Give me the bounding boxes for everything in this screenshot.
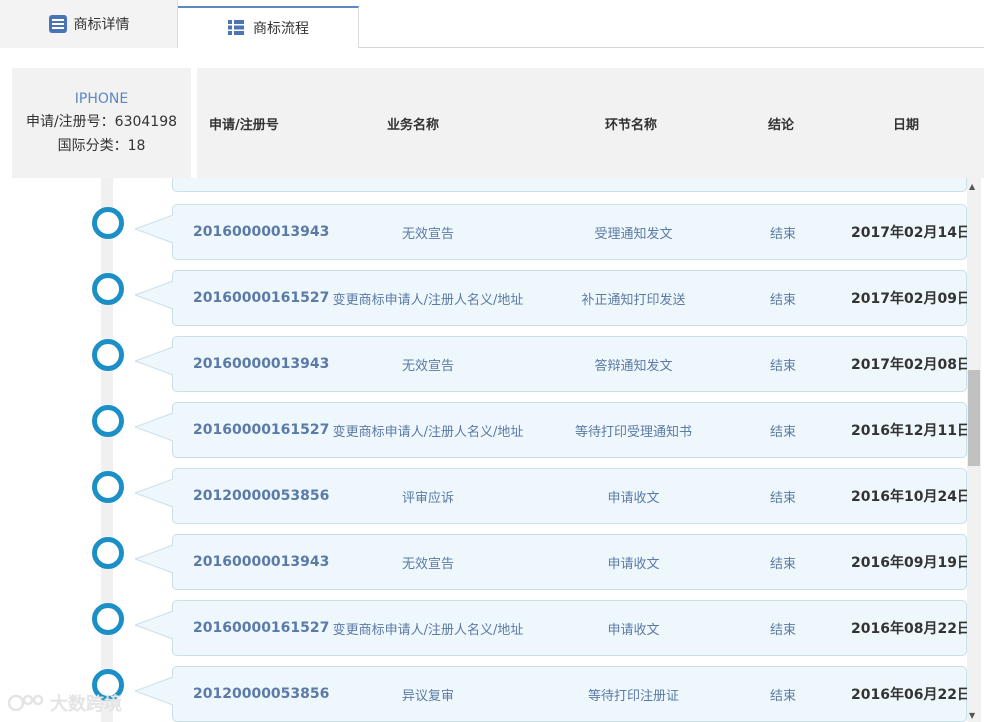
cell-date: 2016年12月11日 bbox=[851, 423, 971, 439]
tab-label: 商标详情 bbox=[73, 17, 130, 33]
cell-result: 结束 bbox=[769, 424, 796, 440]
cell-result: 结束 bbox=[769, 622, 796, 638]
cell-date: 2016年06月22日 bbox=[851, 687, 971, 703]
cell-result: 结束 bbox=[769, 292, 796, 308]
cell-business: 无效宣告 bbox=[401, 556, 454, 572]
tab-bar: 商标详情 商标流程 bbox=[0, 0, 984, 48]
cell-reg-no: 20160000013943 bbox=[193, 356, 330, 372]
tab-trademark-details[interactable]: 商标详情 bbox=[0, 0, 178, 48]
cell-step: 申请收文 bbox=[607, 622, 660, 638]
trademark-name: IPHONE bbox=[74, 91, 129, 107]
cell-reg-no: 20160000013943 bbox=[193, 224, 330, 240]
cell-step: 补正通知打印发送 bbox=[581, 292, 686, 308]
timeline-line bbox=[101, 178, 113, 722]
scroll-up-icon[interactable]: ▲ bbox=[969, 182, 975, 191]
registration-number: 申请/注册号：6304198 bbox=[25, 114, 178, 130]
column-header-reg-no: 申请/注册号 bbox=[209, 117, 279, 133]
timeline-node bbox=[92, 537, 124, 569]
cell-business: 变更商标申请人/注册人名义/地址 bbox=[332, 622, 524, 638]
cell-reg-no: 20160000161527 bbox=[193, 422, 330, 438]
column-header-date: 日期 bbox=[893, 117, 920, 133]
cell-business: 变更商标申请人/注册人名义/地址 bbox=[332, 292, 524, 308]
cell-business: 评审应诉 bbox=[401, 490, 454, 506]
cell-reg-no: 20120000053856 bbox=[193, 686, 330, 702]
cell-date: 2016年10月24日 bbox=[851, 489, 971, 505]
cell-step: 申请收文 bbox=[607, 556, 660, 572]
list-item-partial bbox=[172, 178, 967, 192]
cell-date: 2016年09月19日 bbox=[851, 555, 971, 571]
tab-trademark-process[interactable]: 商标流程 bbox=[178, 6, 359, 48]
table-row[interactable]: 20160000013943 无效宣告 答辩通知发文 结束 2017年02月08日 bbox=[135, 336, 971, 392]
cell-business: 异议复审 bbox=[401, 688, 454, 704]
cell-date: 2016年08月22日 bbox=[851, 621, 971, 637]
speech-pointer bbox=[135, 413, 173, 441]
table-row[interactable]: 20160000161527 变更商标申请人/注册人名义/地址 等待打印受理通知书 结… bbox=[135, 402, 971, 458]
cell-result: 结束 bbox=[769, 358, 796, 374]
column-header-result: 结论 bbox=[768, 117, 795, 133]
cell-step: 等待打印受理通知书 bbox=[574, 424, 692, 440]
cell-result: 结束 bbox=[769, 490, 796, 506]
cell-reg-no: 20160000161527 bbox=[193, 620, 330, 636]
speech-pointer bbox=[135, 347, 173, 375]
column-header-step: 环节名称 bbox=[605, 117, 658, 133]
speech-pointer bbox=[135, 677, 173, 705]
speech-pointer bbox=[135, 479, 173, 507]
timeline-node bbox=[92, 207, 124, 239]
cell-reg-no: 20160000161527 bbox=[193, 290, 330, 306]
table-header: 申请/注册号 业务名称 环节名称 结论 日期 bbox=[197, 68, 984, 178]
timeline-node bbox=[92, 405, 124, 437]
cell-reg-no: 20120000053856 bbox=[193, 488, 330, 504]
logo-mark-icon bbox=[8, 694, 44, 712]
cell-date: 2017年02月09日 bbox=[851, 291, 971, 307]
process-timeline[interactable]: 20160000013943 无效宣告 受理通知发文 结束 2017年02月14日 201… bbox=[0, 178, 984, 722]
timeline-node bbox=[92, 603, 124, 635]
cell-result: 结束 bbox=[769, 226, 796, 242]
international-class: 国际分类：18 bbox=[57, 138, 146, 154]
timeline-node bbox=[92, 471, 124, 503]
cell-business: 无效宣告 bbox=[401, 358, 454, 374]
watermark-text: 大数跨境 bbox=[50, 694, 122, 715]
watermark-logo: 大数跨境 bbox=[8, 690, 122, 716]
cell-step: 申请收文 bbox=[607, 490, 660, 506]
scroll-down-icon[interactable]: ▼ bbox=[969, 711, 975, 720]
timeline-node bbox=[92, 339, 124, 371]
table-row[interactable]: 20160000161527 变更商标申请人/注册人名义/地址 补正通知打印发送 结束… bbox=[135, 270, 971, 326]
speech-pointer bbox=[135, 611, 173, 639]
cell-step: 等待打印注册证 bbox=[587, 688, 679, 704]
table-row[interactable]: 20160000013943 无效宣告 申请收文 结束 2016年09月19日 bbox=[135, 534, 971, 590]
table-row[interactable]: 20120000053856 异议复审 等待打印注册证 结束 2016年06月22日 bbox=[135, 666, 971, 722]
column-header-business: 业务名称 bbox=[387, 117, 440, 133]
trademark-summary: IPHONE 申请/注册号：6304198 国际分类：18 bbox=[12, 68, 191, 178]
table-row[interactable]: 20120000053856 评审应诉 申请收文 结束 2016年10月24日 bbox=[135, 468, 971, 524]
cell-result: 结束 bbox=[769, 688, 796, 704]
cell-date: 2017年02月08日 bbox=[851, 357, 971, 373]
speech-pointer bbox=[135, 215, 173, 243]
tab-label: 商标流程 bbox=[253, 21, 309, 37]
cell-reg-no: 20160000013943 bbox=[193, 554, 330, 570]
scrollbar-thumb[interactable] bbox=[968, 370, 980, 466]
timeline-node bbox=[92, 273, 124, 305]
speech-pointer bbox=[135, 281, 173, 309]
table-row[interactable]: 20160000161527 变更商标申请人/注册人名义/地址 申请收文 结束 2016… bbox=[135, 600, 971, 656]
table-row[interactable]: 20160000013943 无效宣告 受理通知发文 结束 2017年02月14日 bbox=[135, 204, 971, 260]
cell-result: 结束 bbox=[769, 556, 796, 572]
cell-business: 变更商标申请人/注册人名义/地址 bbox=[332, 424, 524, 440]
cell-business: 无效宣告 bbox=[401, 226, 454, 242]
cell-date: 2017年02月14日 bbox=[851, 225, 971, 241]
cell-step: 答辩通知发文 bbox=[594, 358, 673, 374]
list-doc-icon bbox=[48, 14, 68, 34]
grid-list-icon bbox=[227, 18, 247, 38]
speech-pointer bbox=[135, 545, 173, 573]
cell-step: 受理通知发文 bbox=[594, 226, 673, 242]
